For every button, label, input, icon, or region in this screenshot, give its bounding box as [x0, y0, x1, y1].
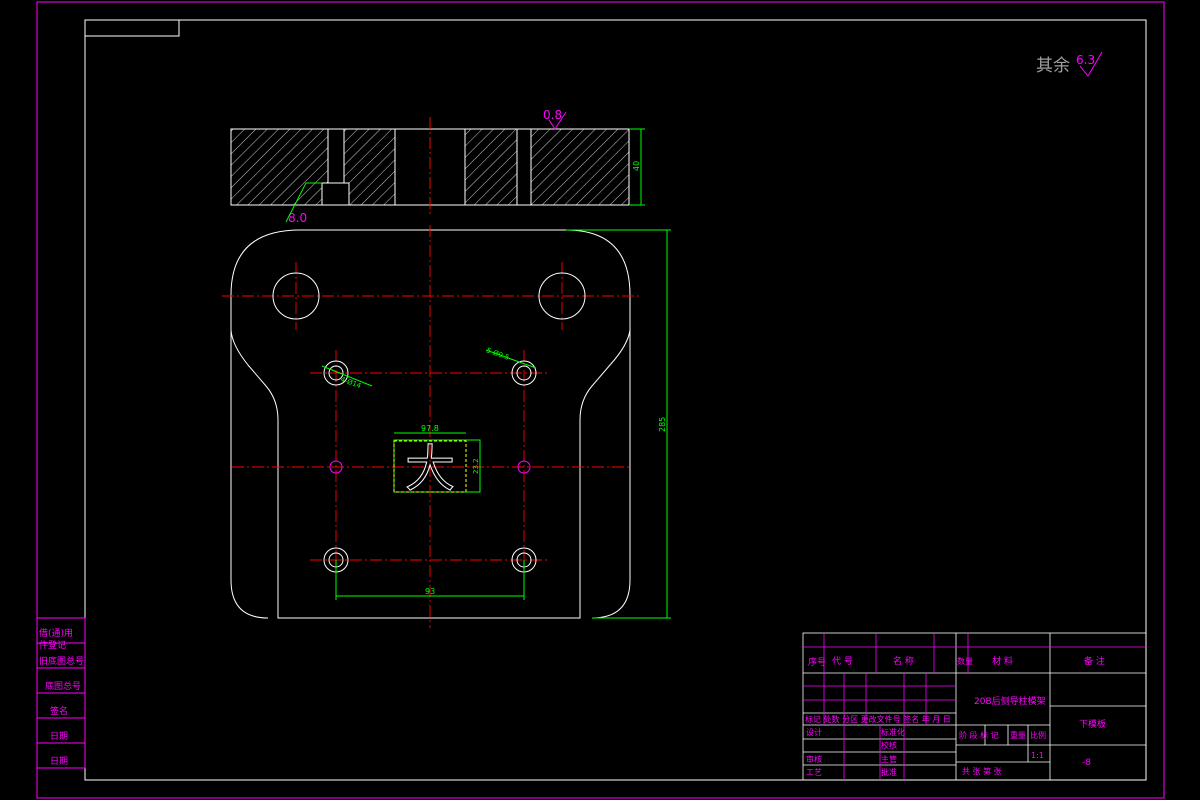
header-material: 材 料: [992, 655, 1013, 667]
left-panel-row-1: 借(通)用: [39, 627, 73, 639]
dim-hole-span: 93: [425, 587, 435, 596]
left-panel-row-4: 底图总号: [45, 680, 81, 692]
left-panel-row-6: 日期: [50, 731, 68, 742]
header-seq: 序号: [808, 656, 826, 668]
dim-slot-width: 97.8: [421, 424, 439, 433]
hole-callout-2: 5-Ø9.5: [485, 346, 510, 362]
role-approve: 批准: [881, 767, 897, 777]
revision-row: 标记 处数 分区 更改文件号 签名 年 月 日: [805, 714, 951, 724]
dim-slot-height: 23.2: [472, 458, 480, 474]
roughness-note: 其余: [1036, 56, 1070, 76]
role-standardize: 标准化: [881, 727, 905, 737]
left-panel-row-7: 日期: [50, 756, 68, 767]
corner-box: [84, 19, 180, 37]
part-name: 下模板: [1079, 718, 1106, 730]
dim-thickness: 40: [632, 161, 641, 171]
left-panel-row-3: 旧底图总号: [39, 655, 84, 667]
hole-callout-1: 4-Ø14: [339, 375, 362, 390]
section-roughness: 0.8: [543, 108, 562, 122]
drawing-no: -8: [1082, 758, 1091, 768]
punch-shape: 大: [405, 440, 455, 498]
header-remark: 备 注: [1084, 655, 1105, 667]
scale-value: 1:1: [1031, 751, 1044, 760]
scale-label: 比例: [1030, 730, 1046, 740]
left-panel-row-2: 件登记: [39, 639, 66, 651]
roughness-value: 6.3: [1076, 53, 1095, 67]
outer-frame: [36, 1, 1165, 799]
role-process: 工艺: [806, 768, 822, 777]
stage-row: 阶 段 标 记: [959, 730, 999, 740]
sheets-row: 共 张 第 张: [962, 766, 1002, 776]
dim-height: 285: [658, 417, 667, 432]
weight-label: 重量: [1010, 730, 1026, 740]
cad-drawing: 其余 6.3 40 0.8 8.0 4-Ø14 5-Ø9.5 大 97.8 23…: [36, 1, 1165, 799]
header-name: 名 称: [893, 655, 914, 667]
section-view: [230, 117, 645, 215]
header-code: 代 号: [832, 656, 853, 667]
role-check: 审核: [806, 754, 822, 764]
part-title: 20B后侧导柱模架: [974, 695, 1046, 707]
role-approve-main: 主管: [881, 754, 897, 764]
header-qty: 数量: [957, 656, 973, 666]
role-design: 设计: [806, 727, 822, 737]
role-proofread: 校核: [881, 740, 897, 750]
left-panel-row-5: 签名: [50, 705, 68, 717]
